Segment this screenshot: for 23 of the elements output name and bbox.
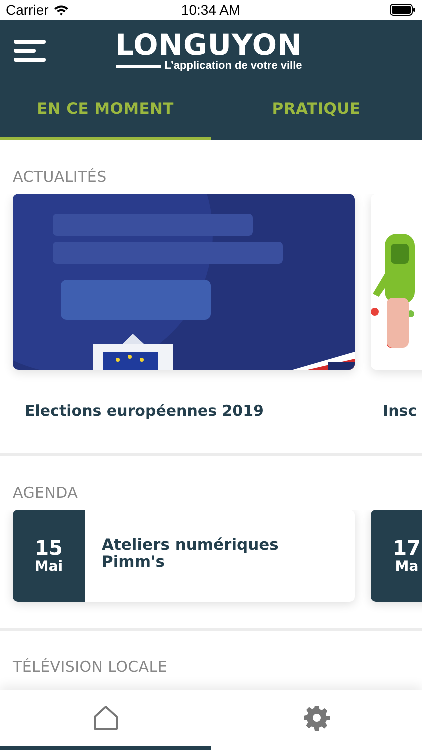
event-card[interactable]: 17 Ma	[371, 510, 422, 602]
event-day: 15	[35, 536, 63, 558]
battery-icon	[390, 4, 416, 16]
event-card[interactable]: 15 Mai Ateliers numériques Pimm's	[13, 510, 355, 602]
logo-subtitle: L’application de votre ville	[164, 60, 302, 72]
section-title: TÉLÉVISION LOCALE	[12, 657, 168, 676]
wifi-icon	[54, 4, 69, 16]
time-label: 10:34 AM	[181, 2, 241, 18]
section-title: ACTUALITÉS	[12, 167, 108, 188]
carrier-label: Carrier	[6, 2, 49, 18]
event-day: 17	[393, 536, 421, 558]
event-month: Ma	[395, 558, 419, 576]
section-title: AGENDA	[12, 483, 80, 504]
logo-title: LONGUYON	[116, 30, 302, 60]
tab[interactable]: PRATIQUE	[211, 80, 422, 140]
event-title: Ateliers numériques Pimm's	[101, 537, 280, 571]
event-month: Mai	[34, 558, 64, 576]
logo-underline	[116, 64, 161, 68]
news-title[interactable]: Elections européennes 2019	[13, 370, 276, 453]
home-icon	[92, 705, 118, 731]
settings-icon	[304, 705, 330, 731]
menu-button[interactable]	[14, 40, 48, 62]
news-title[interactable]: Insc	[371, 370, 422, 453]
